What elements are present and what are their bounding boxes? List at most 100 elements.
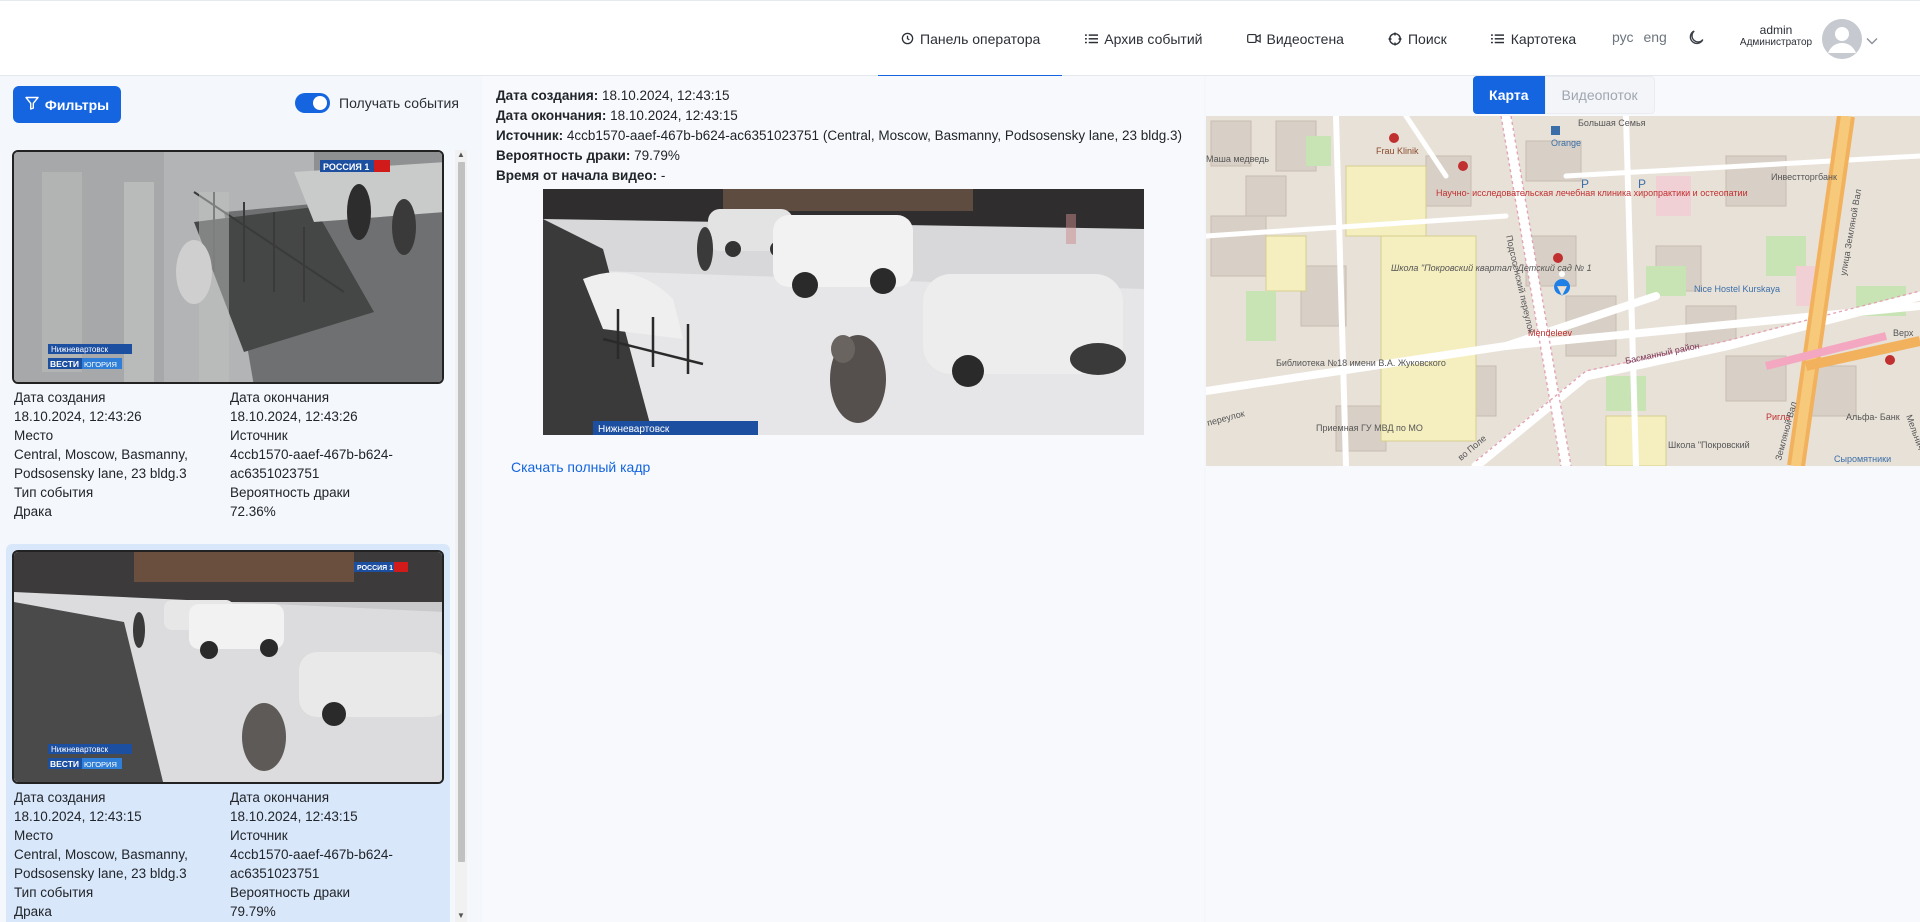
map-label-family: Большая Семья (1578, 118, 1646, 128)
map-label-school2: Школа "Покровский (1668, 440, 1750, 450)
moon-icon[interactable] (1688, 28, 1708, 48)
tab-map[interactable]: Карта (1473, 76, 1545, 114)
detail-source-row: Источник: 4ccb1570-aaef-467b-b624-ac6351… (496, 128, 1182, 143)
source-label: Источник (230, 828, 288, 843)
place-label: Место (14, 828, 54, 843)
type-label: Тип события (14, 885, 94, 900)
ended-label: Дата окончания (230, 790, 330, 805)
detail-time-row: Время от начала видео: - (496, 168, 666, 183)
video-camera-icon (1246, 32, 1261, 46)
source-value: 4ccb1570-aaef-467b-b624-ac6351023751 (230, 847, 393, 881)
event-thumbnail[interactable]: РОССИЯ 1 Нижневартовск ВЕСТИ ЮГОРИЯ (12, 150, 444, 384)
event-card[interactable]: РОССИЯ 1 Нижневартовск ВЕСТИ ЮГОРИЯ Дата… (6, 544, 450, 922)
list-icon (1084, 32, 1098, 46)
nav-event-archive[interactable]: Архив событий (1062, 1, 1224, 76)
nav-search[interactable]: Поиск (1366, 1, 1469, 76)
detail-ended-value: 18.10.2024, 12:43:15 (610, 108, 738, 123)
map-label-police: Приемная ГУ МВД по МО (1316, 423, 1423, 433)
detail-created-row: Дата создания: 18.10.2024, 12:43:15 (496, 88, 730, 103)
svg-text:P: P (1581, 177, 1589, 191)
nav-card-index[interactable]: Картотека (1469, 1, 1598, 76)
event-thumbnail[interactable]: РОССИЯ 1 Нижневартовск ВЕСТИ ЮГОРИЯ (12, 550, 444, 784)
detail-prob-value: 79.79% (634, 148, 680, 163)
event-list: РОССИЯ 1 Нижневартовск ВЕСТИ ЮГОРИЯ Дата… (0, 144, 454, 922)
source-label: Источник (230, 428, 288, 443)
language-switcher: рус eng (1612, 29, 1667, 45)
filters-button[interactable]: Фильтры (13, 86, 121, 123)
nav-video-wall[interactable]: Видеостена (1225, 1, 1366, 76)
avatar[interactable] (1822, 19, 1862, 59)
detail-ended-label: Дата окончания (496, 108, 602, 123)
crosshair-icon (1388, 32, 1402, 46)
detail-source-value: 4ccb1570-aaef-467b-b624-ac6351023751 (Ce… (566, 128, 1182, 143)
created-label: Дата создания (14, 390, 106, 405)
receive-events-label: Получать события (339, 95, 459, 111)
svg-text:P: P (1638, 177, 1646, 191)
place-value: Central, Moscow, Basmanny, Podsosensky l… (14, 847, 188, 881)
detail-time-label: Время от начала видео (496, 168, 653, 183)
scroll-down-icon[interactable]: ▼ (457, 911, 465, 920)
map-label-clinic: Научно- исследовательская лечебная клини… (1436, 188, 1748, 198)
map-label-syromyatniki: Сыромятники (1834, 454, 1891, 464)
map-label-library: Библиотека №18 имени В.А. Жуковского (1276, 358, 1446, 368)
top-header: Панель оператора Архив событий Видеостен… (0, 0, 1920, 77)
place-value: Central, Moscow, Basmanny, Podsosensky l… (14, 447, 188, 481)
lang-ru-button[interactable]: рус (1612, 29, 1633, 45)
map-view[interactable]: Frau Klinik Orange Большая Семья Научно-… (1206, 116, 1920, 466)
detail-created-label: Дата создания (496, 88, 594, 103)
events-sidebar: Фильтры Получать события РОССИЯ 1 Нижнев… (0, 76, 470, 922)
type-value: Драка (14, 504, 52, 519)
user-name: admin (1759, 23, 1793, 37)
map-label-investtorg: Инвестторгбанк (1771, 172, 1837, 182)
overlay-brand: ВЕСТИ (50, 359, 79, 369)
map-label-school: Школа "Покровский квартал" Детский сад №… (1391, 263, 1592, 273)
nav-video-wall-label: Видеостена (1266, 30, 1344, 47)
overlay-city: Нижневартовск (51, 345, 109, 354)
user-info: admin Администратор (1735, 23, 1817, 48)
scrollbar-thumb[interactable] (458, 162, 465, 862)
receive-events-toggle[interactable] (295, 93, 330, 113)
map-label-hostel: Nice Hostel Kurskaya (1694, 284, 1780, 294)
detail-prob-row: Вероятность драки: 79.79% (496, 148, 680, 163)
nav-operator-panel-label: Панель оператора (920, 30, 1041, 47)
list-icon (1491, 32, 1505, 46)
probability-label: Вероятность драки (230, 885, 351, 900)
nav-event-archive-label: Архив событий (1104, 30, 1203, 47)
event-frame-image: Нижневартовск (543, 189, 1144, 435)
main-nav: Панель оператора Архив событий Видеостен… (878, 1, 1598, 77)
user-role: Администратор (1739, 37, 1813, 48)
detail-created-value: 18.10.2024, 12:43:15 (601, 88, 730, 103)
probability-label: Вероятность драки (230, 485, 351, 500)
detail-source-label: Источник (496, 128, 559, 143)
ended-value: 18.10.2024, 12:43:26 (230, 409, 358, 424)
overlay-region: ЮГОРИЯ (84, 360, 117, 369)
ended-label: Дата окончания (230, 390, 330, 405)
event-list-scrollbar[interactable]: ▲ ▼ (455, 150, 467, 922)
probability-value: 79.79% (230, 904, 276, 919)
download-full-frame-link[interactable]: Скачать полный кадр (511, 459, 650, 475)
overlay-city: Нижневартовск (51, 745, 109, 754)
map-label-alfa: Альфа- Банк (1846, 412, 1900, 422)
chevron-down-icon[interactable] (1866, 32, 1878, 48)
map-label-verkh: Верх (1893, 328, 1914, 338)
map-label-orange: Orange (1551, 138, 1581, 148)
filters-button-label: Фильтры (44, 96, 110, 113)
nav-search-label: Поиск (1407, 30, 1447, 47)
created-label: Дата создания (14, 790, 106, 805)
tab-video-stream[interactable]: Видеопоток (1544, 76, 1655, 114)
type-value: Драка (14, 904, 52, 919)
detail-prob-label: Вероятность драки (496, 148, 626, 163)
scroll-up-icon[interactable]: ▲ (457, 150, 465, 159)
event-card[interactable]: РОССИЯ 1 Нижневартовск ВЕСТИ ЮГОРИЯ Дата… (6, 144, 450, 542)
frame-overlay-city: Нижневартовск (598, 424, 670, 435)
clock-icon (900, 32, 914, 46)
created-value: 18.10.2024, 12:43:15 (14, 809, 142, 824)
map-label-frau-klinik: Frau Klinik (1376, 146, 1419, 156)
detail-time-value: - (660, 168, 666, 183)
lang-en-button[interactable]: eng (1643, 29, 1666, 45)
event-detail-panel: Дата создания: 18.10.2024, 12:43:15 Дата… (482, 76, 1204, 922)
overlay-brand: ВЕСТИ (50, 759, 79, 769)
nav-operator-panel[interactable]: Панель оператора (878, 1, 1063, 77)
channel-logo-text: РОССИЯ 1 (323, 162, 369, 172)
overlay-region: ЮГОРИЯ (84, 760, 117, 769)
